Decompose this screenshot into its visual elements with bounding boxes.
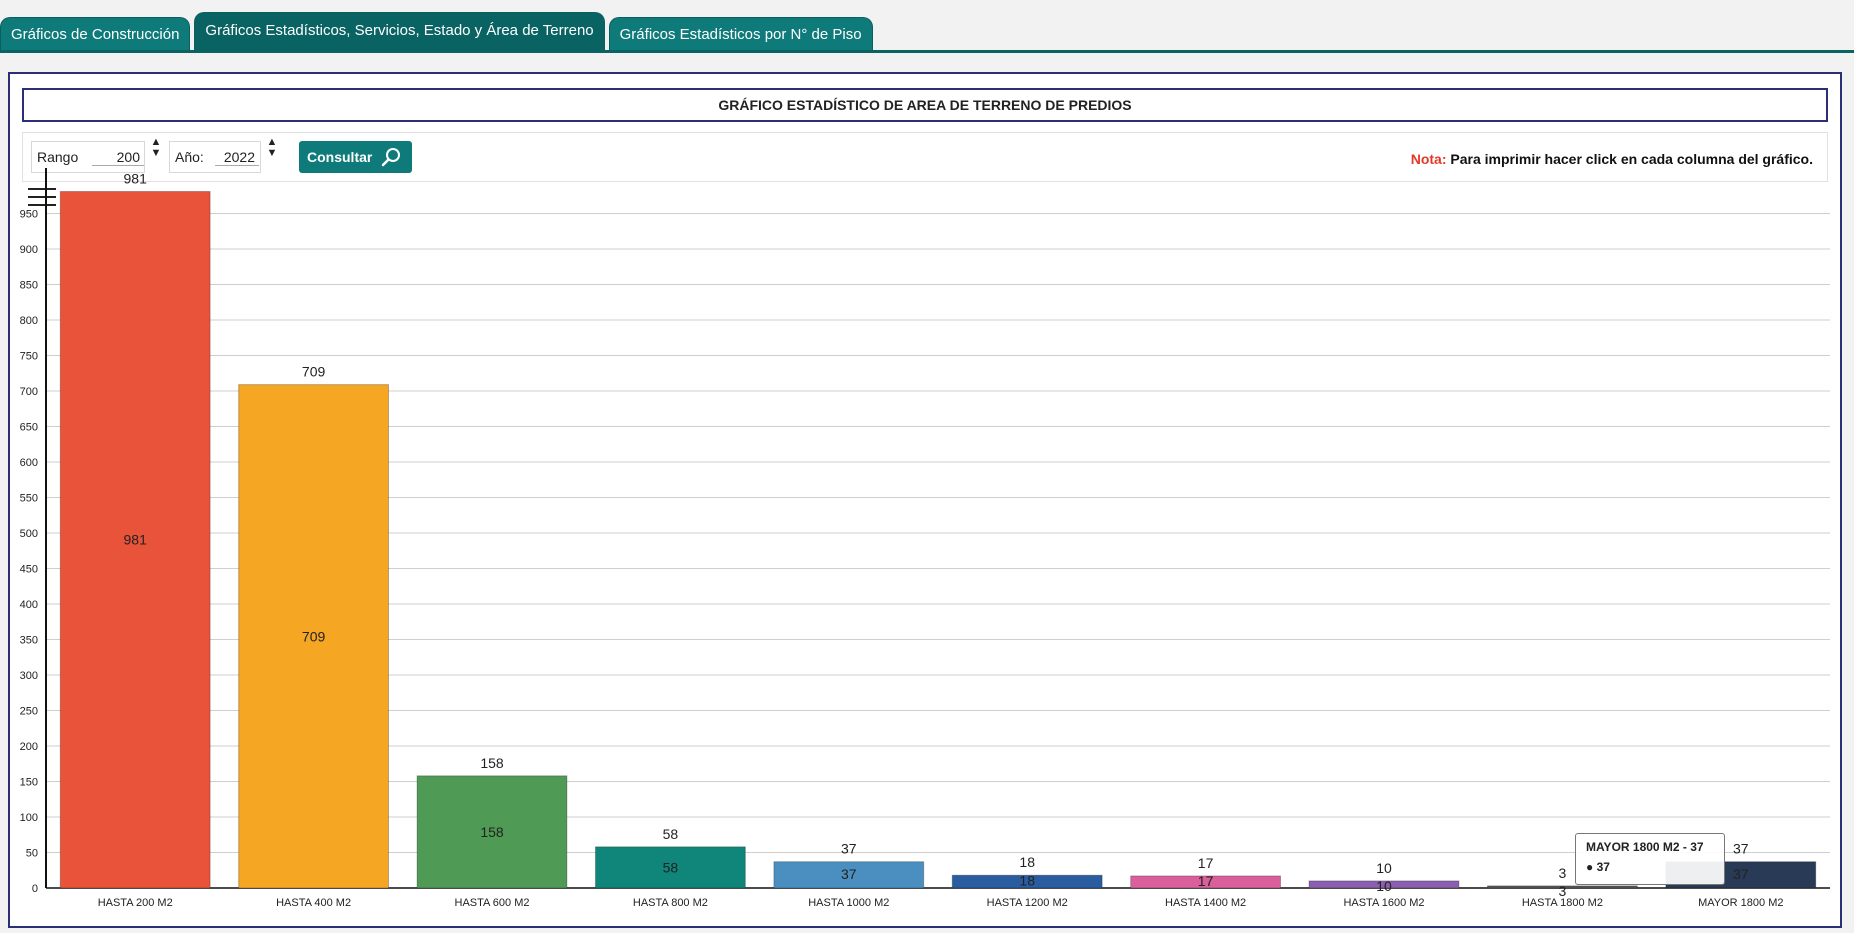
y-tick-label: 600 — [20, 457, 38, 469]
bar-value-label-top: 58 — [663, 826, 679, 842]
bar-value-label-inside: 158 — [480, 824, 504, 840]
y-tick-label: 250 — [20, 706, 38, 718]
tooltip-title: MAYOR 1800 M2 - 37 — [1586, 840, 1704, 854]
y-tick-label: 200 — [20, 741, 38, 753]
bar-value-label-inside: 709 — [302, 628, 326, 644]
y-tick-label: 500 — [20, 528, 38, 540]
y-tick-label: 900 — [20, 244, 38, 256]
y-tick-label: 0 — [32, 883, 38, 895]
y-tick-label: 100 — [20, 812, 38, 824]
bar-chart: 0 50 100 150 200 250 300 350 400 450 500 550 600 650 7… — [20, 168, 1830, 909]
tooltip-value: 37 — [1596, 860, 1610, 874]
bar-value-label-top: 709 — [302, 364, 326, 380]
chart-tooltip: MAYOR 1800 M2 - 37 ● 37 — [1575, 833, 1725, 885]
x-tick-label: HASTA 1400 M2 — [1165, 897, 1246, 909]
x-tick-label: HASTA 400 M2 — [276, 897, 351, 909]
y-tick-label: 150 — [20, 777, 38, 789]
x-tick-label: HASTA 1800 M2 — [1522, 897, 1603, 909]
bar-value-label-top: 17 — [1198, 855, 1214, 871]
bar-value-label-top: 37 — [841, 841, 857, 857]
tab-graficos-estadisticos-terreno[interactable]: Gráficos Estadísticos, Servicios, Estado… — [194, 12, 605, 51]
bar-value-label-inside: 37 — [1733, 866, 1749, 882]
y-tick-label: 950 — [20, 209, 38, 221]
bar-value-label-top: 158 — [480, 755, 504, 771]
tab-graficos-construccion[interactable]: Gráficos de Construcción — [0, 17, 191, 51]
x-tick-label: HASTA 200 M2 — [98, 897, 173, 909]
bar-value-label-inside: 18 — [1019, 873, 1035, 889]
bar-value-label-top: 10 — [1376, 860, 1392, 876]
tab-underline — [0, 50, 1854, 53]
y-tick-label: 400 — [20, 599, 38, 611]
y-tick-label: 450 — [20, 564, 38, 576]
bar-value-label-inside: 37 — [841, 866, 857, 882]
bar-value-label-top: 18 — [1019, 854, 1035, 870]
tab-graficos-por-piso[interactable]: Gráficos Estadísticos por N° de Piso — [608, 17, 873, 51]
bar-value-label-top: 981 — [124, 170, 148, 186]
y-tick-label: 650 — [20, 422, 38, 434]
x-tick-label: HASTA 600 M2 — [455, 897, 530, 909]
x-tick-label: HASTA 1000 M2 — [808, 897, 889, 909]
x-tick-label: HASTA 800 M2 — [633, 897, 708, 909]
tooltip-bullet-icon: ● — [1586, 860, 1597, 874]
y-tick-label: 850 — [20, 280, 38, 292]
chart-panel: GRÁFICO ESTADÍSTICO DE AREA DE TERRENO D… — [8, 72, 1842, 928]
y-tick-label: 300 — [20, 670, 38, 682]
y-tick-label: 700 — [20, 386, 38, 398]
y-tick-label: 50 — [26, 848, 38, 860]
bar-value-label-top: 37 — [1733, 841, 1749, 857]
bar-value-label-inside: 58 — [663, 859, 679, 875]
y-tick-label: 800 — [20, 315, 38, 327]
x-tick-label: MAYOR 1800 M2 — [1698, 897, 1783, 909]
bar-value-label-inside: 17 — [1198, 873, 1214, 889]
y-tick-label: 350 — [20, 635, 38, 647]
y-tick-label: 550 — [20, 493, 38, 505]
tab-bar: Gráficos de Construcción Gráficos Estadí… — [0, 12, 873, 51]
bar-value-label-top: 3 — [1559, 865, 1567, 881]
bar-value-label-inside: 981 — [124, 532, 148, 548]
x-tick-label: HASTA 1200 M2 — [987, 897, 1068, 909]
y-tick-label: 750 — [20, 351, 38, 363]
x-tick-label: HASTA 1600 M2 — [1343, 897, 1424, 909]
bar-value-label-inside: 10 — [1376, 878, 1392, 894]
